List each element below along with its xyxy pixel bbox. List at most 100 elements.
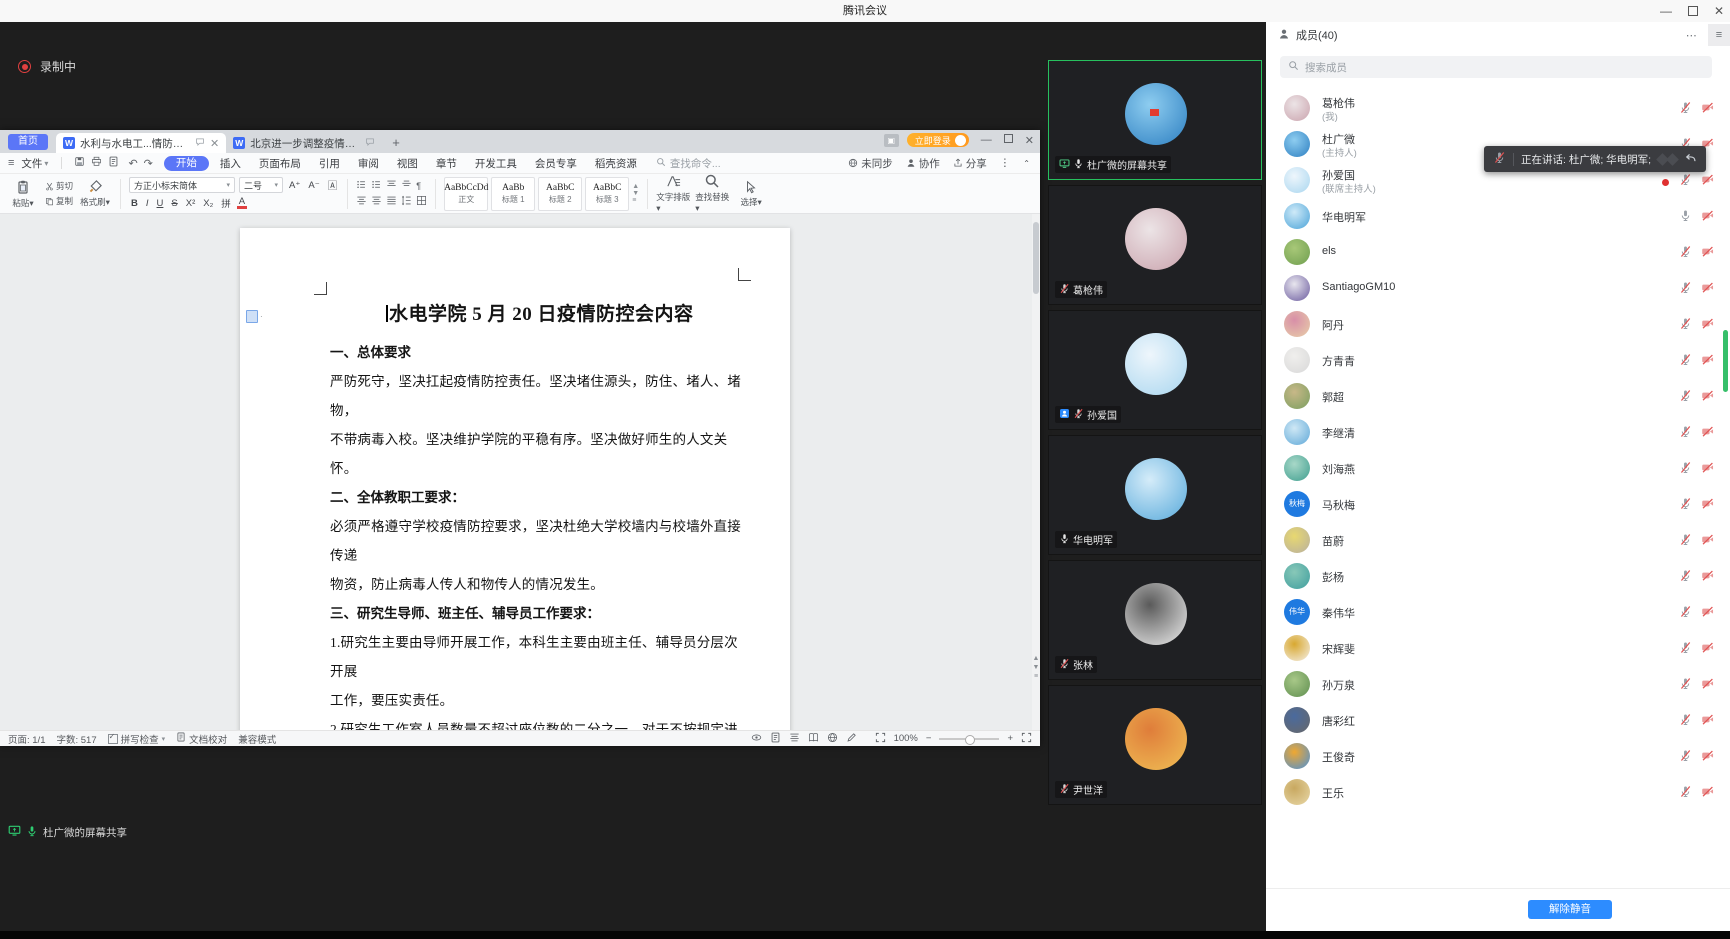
cut-button[interactable]: 剪切	[45, 180, 73, 192]
camera-off-icon[interactable]	[1701, 209, 1714, 227]
mic-muted-icon[interactable]	[1679, 749, 1692, 767]
camera-off-icon[interactable]	[1701, 425, 1714, 443]
document-area[interactable]: · 水电学院 5 月 20 日疫情防控会内容一、总体要求严防死守，坚决扛起疫情防…	[0, 214, 1032, 730]
member-row[interactable]: 阿丹	[1266, 306, 1730, 342]
comment-bubble-icon[interactable]	[195, 137, 205, 150]
chevron-down-icon[interactable]: ▾	[44, 159, 48, 168]
mic-muted-icon[interactable]	[1679, 101, 1692, 119]
mic-muted-icon[interactable]	[1679, 353, 1692, 371]
wps-scrollbar[interactable]: ▲▼≡	[1032, 214, 1040, 730]
scrollbar-thumb[interactable]	[1033, 222, 1039, 294]
save-icon[interactable]	[74, 156, 85, 170]
style-box[interactable]: AaBbC标题 2	[538, 177, 582, 211]
document-page[interactable]: · 水电学院 5 月 20 日疫情防控会内容一、总体要求严防死守，坚决扛起疫情防…	[240, 228, 790, 730]
zoom-in-icon[interactable]: +	[1007, 733, 1013, 744]
paste-button[interactable]: 粘贴▾	[6, 179, 40, 209]
superscript-button[interactable]: X²	[184, 198, 198, 209]
camera-off-icon[interactable]	[1701, 569, 1714, 587]
paragraph-mark-icon[interactable]: ¶	[416, 181, 421, 191]
wps-menu-tab[interactable]: 插入	[211, 156, 250, 171]
member-search-input[interactable]: 搜索成员	[1280, 56, 1712, 78]
member-row[interactable]: 李继清	[1266, 414, 1730, 450]
member-row[interactable]: 华电明军	[1266, 198, 1730, 234]
wps-doc-tab[interactable]: W北京进一步调整疫情防控措施	[226, 133, 382, 153]
camera-off-icon[interactable]	[1701, 353, 1714, 371]
video-tile[interactable]: 葛枪伟	[1048, 185, 1262, 305]
shading-icon[interactable]	[416, 195, 427, 208]
spellcheck-toggle[interactable]: 拼写检查▾	[108, 732, 166, 746]
member-row[interactable]: 王俊奇	[1266, 738, 1730, 774]
member-row[interactable]: 刘海燕	[1266, 450, 1730, 486]
style-box[interactable]: AaBbC标题 3	[585, 177, 629, 211]
new-tab-icon[interactable]: +	[392, 135, 400, 150]
menubar-action-2[interactable]: 分享	[953, 156, 987, 171]
copy-button[interactable]: 复制	[45, 195, 73, 207]
member-row[interactable]: 秋梅马秋梅	[1266, 486, 1730, 522]
select-button[interactable]: 选择▾	[734, 180, 768, 208]
preview-icon[interactable]	[108, 156, 119, 170]
member-row[interactable]: 孙万泉	[1266, 666, 1730, 702]
mic-muted-icon[interactable]	[1679, 497, 1692, 515]
numbering-icon[interactable]	[371, 179, 382, 192]
member-row[interactable]: 彭杨	[1266, 558, 1730, 594]
member-row[interactable]: 伟华秦伟华	[1266, 594, 1730, 630]
wps-close-icon[interactable]: ✕	[1025, 134, 1034, 147]
wps-menu-tab[interactable]: 开发工具	[466, 156, 526, 171]
wps-menu-tab[interactable]: 页面布局	[250, 156, 310, 171]
wps-home-button[interactable]: 首页	[8, 134, 48, 150]
member-row[interactable]: 方青青	[1266, 342, 1730, 378]
member-row[interactable]: els	[1266, 234, 1730, 270]
zoom-slider-knob[interactable]	[965, 735, 975, 745]
minimize-icon[interactable]: —	[1660, 6, 1672, 16]
bold-button[interactable]: B	[129, 198, 140, 209]
align-center-icon[interactable]	[371, 195, 382, 208]
text-layout-button[interactable]: 文字排版▾	[656, 174, 690, 214]
video-tile[interactable]: 尹世洋	[1048, 685, 1262, 805]
camera-off-icon[interactable]	[1701, 497, 1714, 515]
menubar-action-1[interactable]: 协作	[906, 156, 940, 171]
mic-muted-icon[interactable]	[1679, 533, 1692, 551]
line-spacing-icon[interactable]	[401, 195, 412, 208]
camera-off-icon[interactable]	[1701, 245, 1714, 263]
indent-icon[interactable]	[401, 179, 412, 192]
bullets-icon[interactable]	[356, 179, 367, 192]
mic-muted-icon[interactable]	[1679, 641, 1692, 659]
wps-app-icon[interactable]: ▣	[884, 134, 899, 147]
font-color-button[interactable]: A	[237, 197, 247, 209]
style-box[interactable]: AaBbCcDd正文	[444, 177, 488, 211]
wps-menu-tab[interactable]: 开始	[164, 156, 209, 171]
more-icon[interactable]: ⋯	[1686, 29, 1697, 42]
align-right-icon[interactable]	[386, 195, 397, 208]
web-view-icon[interactable]	[827, 732, 838, 746]
hamburger-icon[interactable]: ≡	[8, 157, 14, 169]
redo-icon[interactable]: ↷	[144, 157, 153, 170]
mic-muted-icon[interactable]	[1679, 785, 1692, 803]
zoom-level[interactable]: 100%	[894, 733, 918, 744]
pinyin-button[interactable]: 拼	[219, 196, 233, 210]
comment-bubble-icon[interactable]	[365, 137, 375, 150]
wps-menu-tab[interactable]: 稻壳资源	[586, 156, 646, 171]
strikethrough-button[interactable]: S	[169, 198, 179, 209]
unmute-button[interactable]: 解除静音	[1528, 900, 1612, 919]
wps-menu-tab[interactable]: 章节	[427, 156, 466, 171]
command-search[interactable]: 查找命令...	[656, 156, 721, 171]
wps-menu-tab[interactable]: 会员专享	[526, 156, 586, 171]
style-tag-icon[interactable]: ·	[246, 310, 263, 323]
camera-off-icon[interactable]	[1701, 533, 1714, 551]
camera-off-icon[interactable]	[1701, 785, 1714, 803]
camera-off-icon[interactable]	[1701, 749, 1714, 767]
page-nav-icons[interactable]: ▲▼≡	[1032, 654, 1040, 681]
edit-pen-icon[interactable]	[846, 732, 857, 746]
page-view-icon[interactable]	[770, 732, 781, 746]
text-effects-button[interactable]: 🄰	[326, 178, 340, 192]
member-row[interactable]: 苗蔚	[1266, 522, 1730, 558]
fullscreen-icon[interactable]	[1021, 732, 1032, 746]
underline-button[interactable]: U	[155, 198, 166, 209]
close-tab-icon[interactable]: ✕	[210, 137, 219, 150]
mic-muted-icon[interactable]	[1679, 245, 1692, 263]
video-tile[interactable]: 孙爱国	[1048, 310, 1262, 430]
camera-off-icon[interactable]	[1701, 101, 1714, 119]
wps-menu-tab[interactable]: 审阅	[349, 156, 388, 171]
eye-protect-icon[interactable]	[751, 732, 762, 746]
close-icon[interactable]: ✕	[1714, 6, 1724, 16]
